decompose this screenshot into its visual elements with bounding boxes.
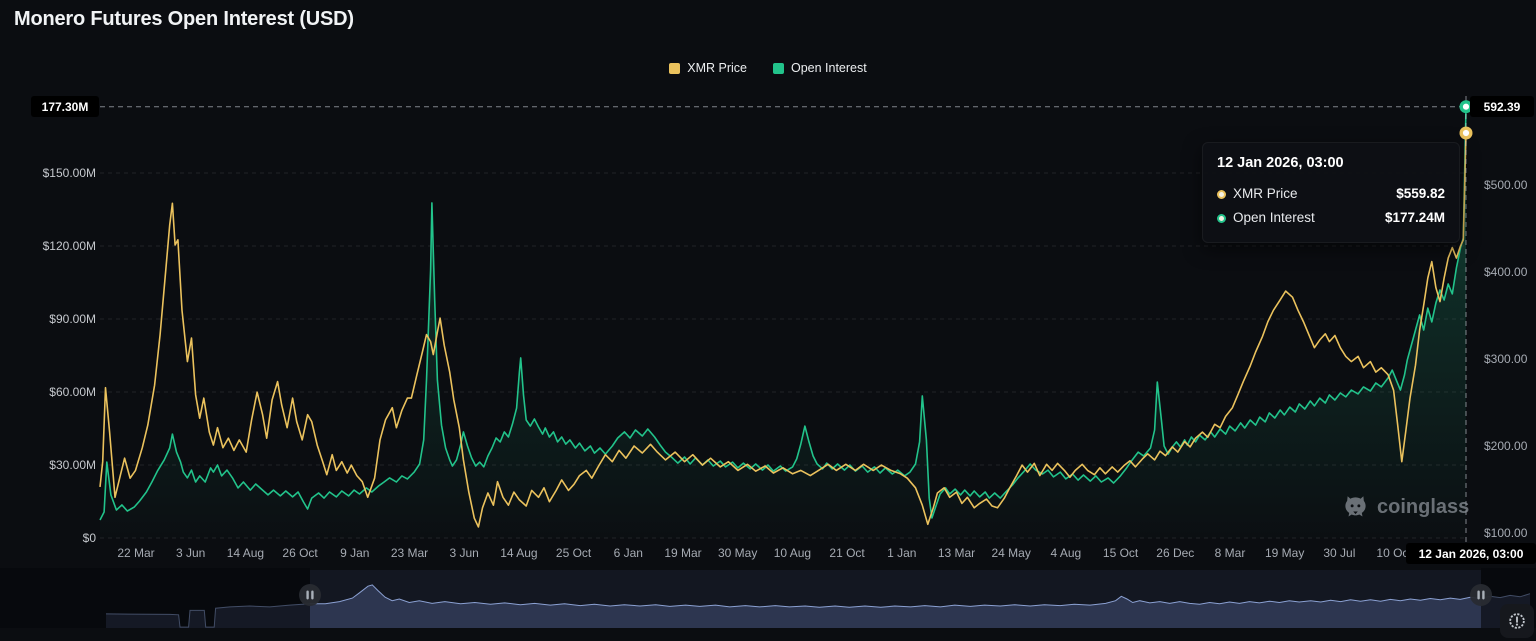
tooltip-row-xmr-price: XMR Price $559.82 <box>1217 182 1445 206</box>
right-axis-tick: $500.00 <box>1484 177 1527 193</box>
watermark-text: coinglass <box>1377 496 1469 519</box>
right-axis-tick: $100.00 <box>1484 525 1527 541</box>
tooltip-value-open-interest: $177.24M <box>1385 206 1445 230</box>
chart-tooltip: 12 Jan 2026, 03:00 XMR Price $559.82 Ope… <box>1202 142 1460 243</box>
tooltip-label-open-interest: Open Interest <box>1233 206 1315 230</box>
left-axis-tick: $90.00M <box>0 311 96 327</box>
left-axis-tick: $0 <box>0 530 96 546</box>
left-axis-tick: $60.00M <box>0 384 96 400</box>
navigator-dimmed-left <box>0 568 310 628</box>
navigator-left-handle[interactable] <box>299 584 321 606</box>
coinglass-logo-icon <box>1342 494 1369 521</box>
coinglass-watermark: coinglass <box>1342 494 1469 521</box>
left-axis-tick: $30.00M <box>0 457 96 473</box>
tooltip-label-xmr-price: XMR Price <box>1233 182 1298 206</box>
crosshair-date-pill: 12 Jan 2026, 03:00 <box>1406 543 1536 564</box>
xmr-price-dot-icon <box>1217 190 1226 199</box>
alert-badge-icon <box>1507 611 1527 631</box>
open-interest-dot-icon <box>1217 214 1226 223</box>
chart-page: Monero Futures Open Interest (USD) XMR P… <box>0 0 1536 641</box>
navigator-right-handle[interactable] <box>1470 584 1492 606</box>
left-axis-tick: $150.00M <box>0 165 96 181</box>
left-axis-tick: $120.00M <box>0 238 96 254</box>
crosshair-left-value-pill: 177.30M <box>31 96 99 117</box>
tooltip-value-xmr-price: $559.82 <box>1396 182 1445 206</box>
right-axis-tick: $300.00 <box>1484 351 1527 367</box>
right-axis-tick: $200.00 <box>1484 438 1527 454</box>
open-interest-marker-center <box>1463 104 1469 110</box>
tooltip-date: 12 Jan 2026, 03:00 <box>1217 155 1445 171</box>
settings-button[interactable] <box>1500 604 1534 638</box>
right-axis-tick: $400.00 <box>1484 264 1527 280</box>
chart-canvas[interactable] <box>0 0 1536 641</box>
xmr-price-marker-center <box>1463 130 1469 136</box>
tooltip-row-open-interest: Open Interest $177.24M <box>1217 206 1445 230</box>
crosshair-right-value-pill: 592.39 <box>1470 96 1534 117</box>
